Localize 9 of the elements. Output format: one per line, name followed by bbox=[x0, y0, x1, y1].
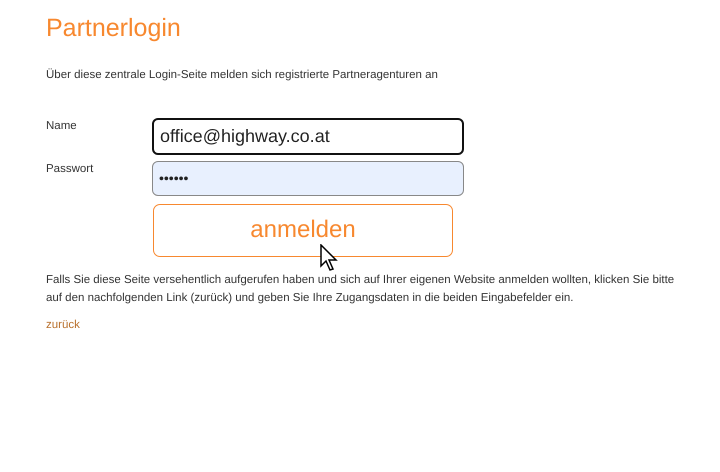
intro-text: Über diese zentrale Login-Seite melden sich registrierte Partneragenturen an bbox=[46, 67, 439, 82]
info-text: Falls Sie diese Seite versehentlich aufgerufen haben und sich auf Ihrer eigenen Website anmelden wollten, klicken Sie bitte auf den nachfolgenden Link (zurück) und geben Sie Ihre Zugangsdaten in die beiden Eingabefelder ein. bbox=[46, 272, 676, 306]
pointer-icon bbox=[320, 244, 338, 272]
password-field[interactable]: •••••• bbox=[152, 160, 464, 196]
name-field[interactable]: office@highway.co.at bbox=[152, 118, 464, 155]
field-label: Name bbox=[46, 118, 78, 134]
page-title: Partnerlogin bbox=[46, 13, 182, 44]
field-label: Passwort bbox=[46, 162, 94, 177]
back-link[interactable]: zurück bbox=[46, 318, 80, 331]
